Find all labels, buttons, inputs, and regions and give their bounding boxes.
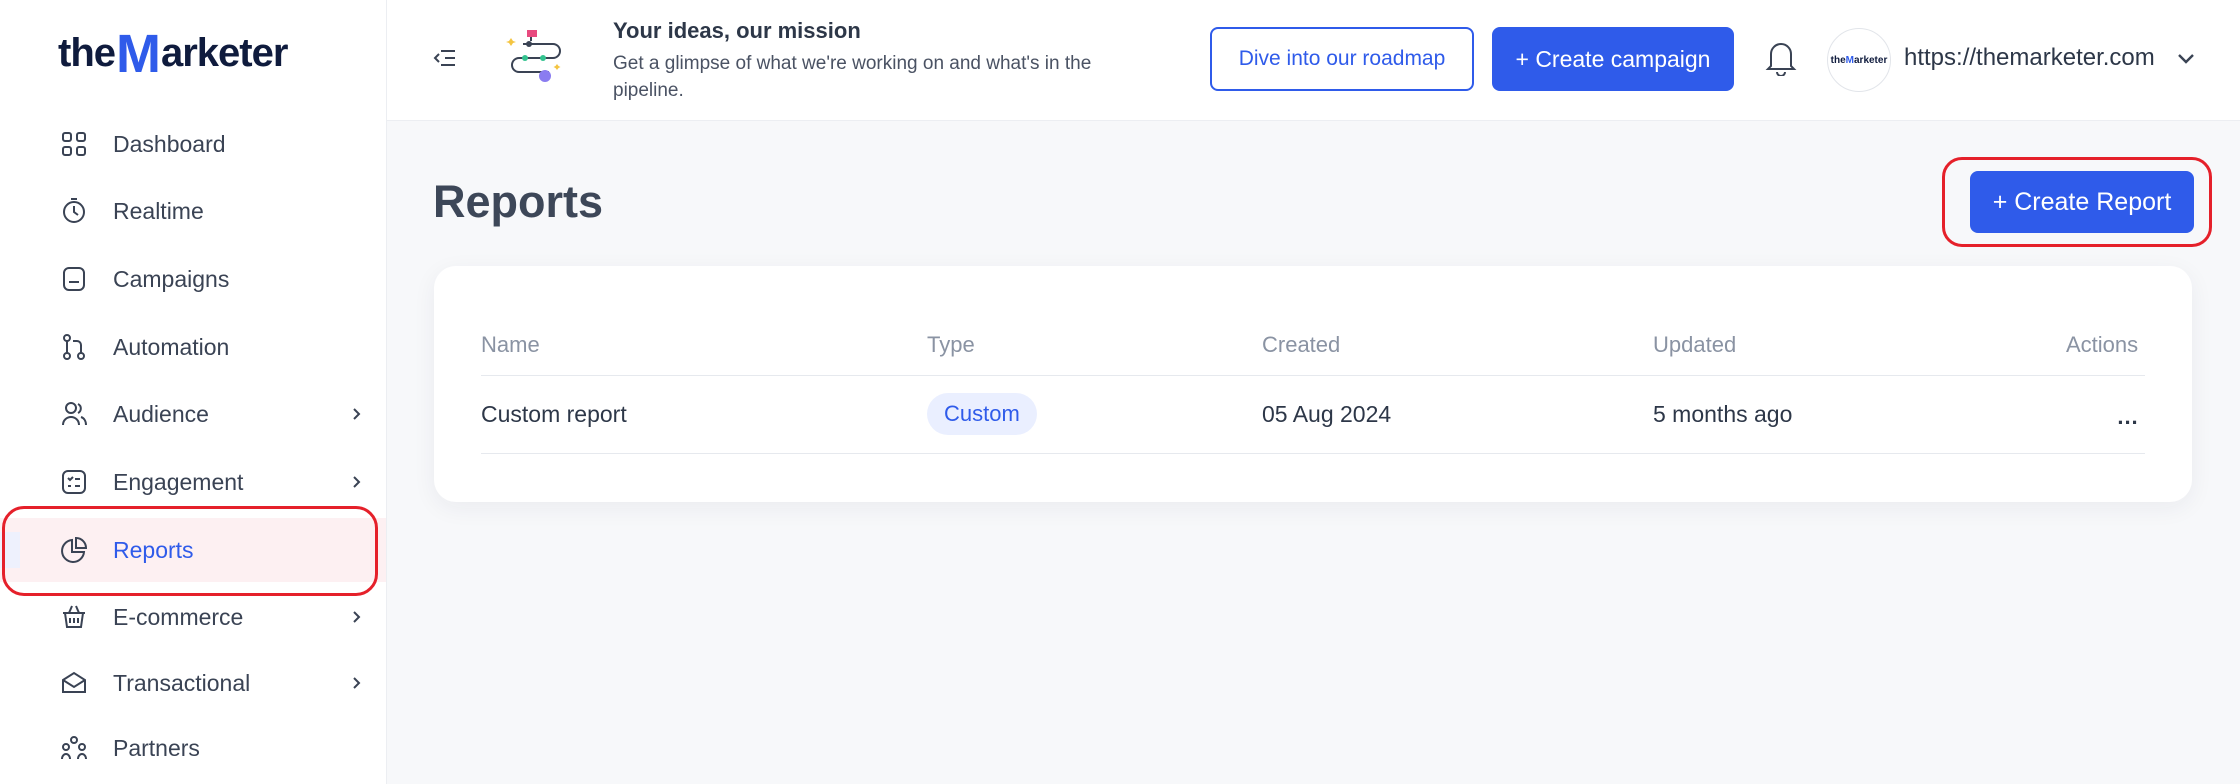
page-title: Reports bbox=[433, 176, 604, 227]
top-bar: Your ideas, our mission Get a glimpse of… bbox=[387, 0, 2240, 121]
logo-mark: M bbox=[116, 24, 161, 84]
sidebar-item-label: Partners bbox=[113, 734, 200, 761]
account-switcher[interactable]: https://themarketer.com bbox=[1904, 44, 2155, 72]
sidebar-item-label: Realtime bbox=[113, 197, 204, 224]
avatar-logo-left: the bbox=[1830, 54, 1846, 66]
type-badge: Custom bbox=[927, 393, 1037, 435]
sidebar-item-label: Audience bbox=[113, 400, 209, 427]
avatar-logo-mark: M bbox=[1845, 54, 1854, 66]
sidebar-item-engagement[interactable]: Engagement bbox=[0, 450, 386, 514]
logo-text-right: arketer bbox=[160, 31, 288, 75]
sidebar-item-automation[interactable]: Automation bbox=[0, 315, 386, 379]
chevron-right-icon bbox=[353, 476, 361, 488]
sidebar-item-label: Automation bbox=[113, 333, 230, 360]
table-row-divider bbox=[481, 453, 2145, 454]
sidebar-item-ecommerce[interactable]: E-commerce bbox=[0, 585, 386, 649]
sidebar-item-label: E-commerce bbox=[113, 603, 244, 630]
roadmap-illustration-icon bbox=[506, 30, 561, 82]
pie-chart-icon bbox=[58, 534, 90, 566]
sidebar-item-label: Reports bbox=[113, 536, 194, 563]
report-name[interactable]: Custom report bbox=[481, 401, 627, 428]
grid-icon bbox=[58, 128, 90, 160]
promo-text: Get a glimpse of what we're working on a… bbox=[613, 53, 1092, 101]
basket-icon bbox=[58, 601, 90, 633]
sidebar-item-partners[interactable]: Partners bbox=[0, 716, 386, 780]
promo-title: Your ideas, our mission bbox=[613, 18, 861, 43]
envelope-icon bbox=[58, 667, 90, 699]
table-header-divider bbox=[481, 375, 2145, 376]
brand-logo[interactable]: the Marketer bbox=[58, 24, 288, 84]
sidebar-item-audience[interactable]: Audience bbox=[0, 382, 386, 446]
bell-icon[interactable] bbox=[1764, 38, 1798, 76]
avatar-logo-right: arketer bbox=[1853, 54, 1888, 66]
campaign-icon bbox=[58, 263, 90, 295]
reports-table-card bbox=[434, 266, 2192, 502]
sidebar-item-transactional[interactable]: Transactional bbox=[0, 651, 386, 715]
create-report-button[interactable]: + Create Report bbox=[1970, 171, 2194, 233]
column-header-updated[interactable]: Updated bbox=[1653, 332, 1736, 358]
chevron-right-icon bbox=[353, 611, 361, 623]
chevron-right-icon bbox=[353, 408, 361, 420]
column-header-created[interactable]: Created bbox=[1262, 332, 1340, 358]
chevron-down-icon[interactable] bbox=[2175, 50, 2197, 68]
created-date: 05 Aug 2024 bbox=[1262, 401, 1392, 427]
sidebar-item-campaigns[interactable]: Campaigns bbox=[0, 247, 386, 311]
column-header-name[interactable]: Name bbox=[481, 332, 540, 358]
roadmap-button[interactable]: Dive into our roadmap bbox=[1210, 27, 1474, 91]
column-header-actions: Actions bbox=[2066, 332, 2139, 357]
sidebar-item-label: Campaigns bbox=[113, 265, 230, 292]
logo-text-left: the bbox=[58, 31, 116, 75]
sidebar-item-label: Transactional bbox=[113, 669, 251, 696]
timer-icon bbox=[58, 195, 90, 227]
workflow-icon bbox=[58, 331, 90, 363]
column-header-type[interactable]: Type bbox=[927, 332, 975, 358]
more-actions-button[interactable]: ... bbox=[2112, 404, 2144, 429]
sidebar-item-label: Engagement bbox=[113, 468, 244, 495]
checklist-icon bbox=[58, 466, 90, 498]
sidebar-item-label: Dashboard bbox=[113, 130, 226, 157]
create-campaign-button[interactable]: + Create campaign bbox=[1492, 27, 1734, 91]
chevron-right-icon bbox=[353, 677, 361, 689]
updated-time: 5 months ago bbox=[1653, 401, 1793, 427]
sidebar-item-realtime[interactable]: Realtime bbox=[0, 179, 386, 243]
partners-icon bbox=[58, 732, 90, 764]
collapse-menu-icon[interactable] bbox=[431, 44, 459, 72]
account-avatar[interactable]: the Marketer bbox=[1827, 28, 1891, 92]
sidebar-item-reports[interactable]: Reports bbox=[0, 518, 386, 582]
sidebar-item-dashboard[interactable]: Dashboard bbox=[0, 112, 386, 176]
sidebar: the Marketer Dashboard Realtime Campaigns… bbox=[0, 0, 387, 784]
users-icon bbox=[58, 398, 90, 430]
